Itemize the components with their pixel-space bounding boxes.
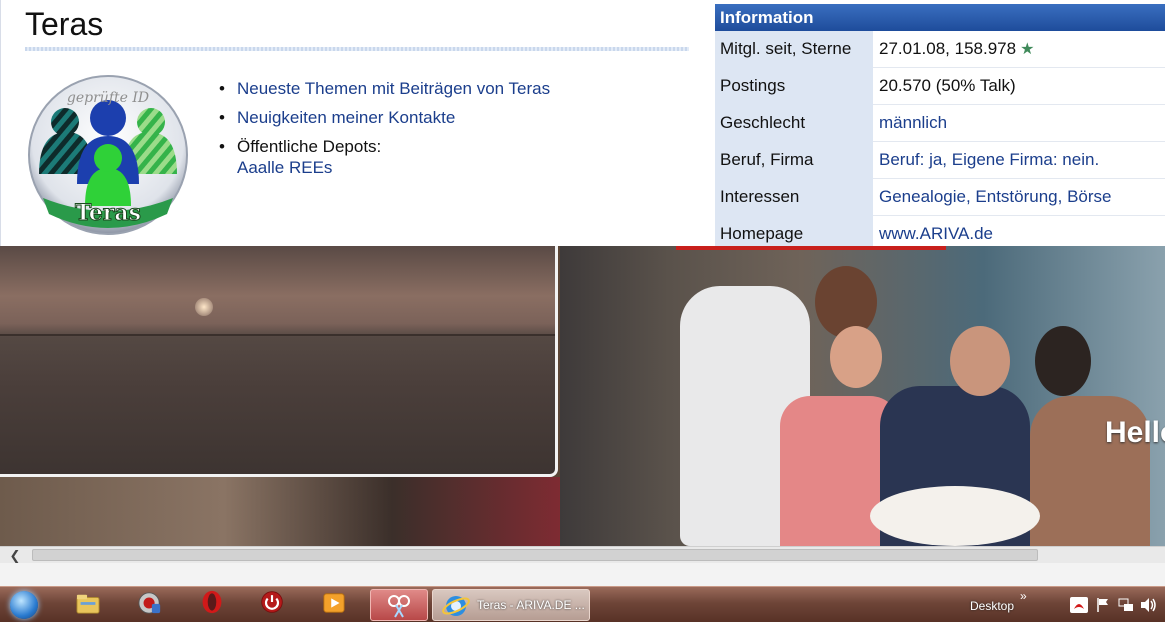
member-since-value: 27.01.08, 158.978	[879, 39, 1017, 58]
profile-links-list: Neueste Themen mit Beiträgen von Teras N…	[219, 78, 550, 186]
info-row-member-since: Mitgl. seit, Sterne 27.01.08, 158.978 ★	[715, 31, 1165, 68]
info-value: 20.570 (50% Talk)	[879, 76, 1016, 95]
photo-person	[830, 326, 882, 388]
red-accent-strip	[676, 246, 946, 250]
list-item: Neueste Themen mit Beiträgen von Teras	[219, 78, 550, 99]
info-row-postings: Postings 20.570 (50% Talk)	[715, 68, 1165, 105]
volume-icon[interactable]	[1140, 597, 1158, 613]
verified-id-badge-icon: geprüfte ID Teras	[28, 75, 188, 235]
media-player-icon[interactable]	[320, 591, 348, 615]
gender-link[interactable]: männlich	[879, 113, 947, 132]
info-row-interests: Interessen Genealogie, Entstörung, Börse	[715, 179, 1165, 216]
sun-icon	[195, 298, 213, 316]
link-depot[interactable]: Aaalle REEs	[237, 158, 332, 177]
power-icon[interactable]	[258, 590, 286, 614]
photo-table	[870, 486, 1040, 546]
info-key: Mitgl. seit, Sterne	[715, 31, 873, 68]
page-title: Teras	[25, 6, 104, 42]
info-row-gender: Geschlecht männlich	[715, 105, 1165, 142]
sunset-photo	[0, 246, 558, 477]
link-latest-topics[interactable]: Neueste Themen mit Beiträgen von Teras	[237, 79, 550, 98]
banner-text: Hello	[1105, 416, 1165, 449]
info-key: Beruf, Firma	[715, 142, 873, 179]
flag-icon[interactable]	[1096, 597, 1110, 613]
taskbar-app-internet-explorer[interactable]: Teras - ARIVA.DE ...	[432, 589, 590, 621]
scrollbar-thumb[interactable]	[32, 549, 1038, 561]
scroll-left-arrow-icon[interactable]: ❮	[6, 548, 24, 563]
horizon-line	[0, 334, 555, 336]
scissors-icon	[388, 595, 410, 618]
security-shield-icon[interactable]	[136, 591, 164, 615]
badge-top-text: geprüfte ID	[67, 90, 149, 106]
taskbar-app-snipping[interactable]	[370, 589, 428, 621]
star-icon: ★	[1020, 41, 1035, 58]
windows-start-icon	[10, 591, 38, 619]
info-row-job: Beruf, Firma Beruf: ja, Eigene Firma: ne…	[715, 142, 1165, 179]
photo-person	[1035, 326, 1091, 396]
page-bottom-area	[0, 563, 1165, 586]
info-value: Genealogie, Entstörung, Börse	[879, 179, 1165, 216]
list-item: Neuigkeiten meiner Kontakte	[219, 107, 550, 128]
ad-banner[interactable]: Hello	[0, 246, 1165, 546]
taskbar-app-label: Teras - ARIVA.DE ...	[477, 598, 585, 612]
information-panel: Information Mitgl. seit, Sterne 27.01.08…	[715, 4, 1165, 253]
badge-bottom-text: Teras	[75, 200, 141, 226]
folder-icon[interactable]	[74, 591, 102, 615]
acrobat-icon[interactable]	[1070, 597, 1088, 613]
info-value: männlich	[879, 105, 1165, 142]
start-button[interactable]	[4, 587, 44, 622]
windows-taskbar: Teras - ARIVA.DE ... Desktop »	[0, 586, 1165, 622]
horizontal-scrollbar[interactable]: ❮	[0, 546, 1165, 563]
chevron-right-icon[interactable]: »	[1020, 589, 1027, 603]
info-key: Geschlecht	[715, 105, 873, 142]
information-header: Information	[715, 4, 1165, 31]
homepage-link[interactable]: www.ARIVA.de	[879, 224, 993, 243]
title-divider	[25, 47, 689, 51]
photo-foreground	[0, 477, 560, 546]
list-item: Öffentliche Depots: Aaalle REEs	[219, 136, 550, 178]
desktop-toolbar-label[interactable]: Desktop	[970, 599, 1014, 613]
opera-browser-icon[interactable]	[198, 590, 226, 614]
info-value: 27.01.08, 158.978 ★	[879, 31, 1165, 68]
info-key: Interessen	[715, 179, 873, 216]
interests-link[interactable]: Genealogie, Entstörung, Börse	[879, 187, 1111, 206]
photo-person	[950, 326, 1010, 396]
internet-explorer-icon	[442, 596, 470, 616]
network-icon[interactable]	[1118, 597, 1134, 613]
info-value: Beruf: ja, Eigene Firma: nein.	[879, 142, 1165, 179]
depots-label: Öffentliche Depots:	[237, 137, 382, 156]
profile-section: Teras geprüfte ID Teras • Neueste Themen…	[0, 0, 1165, 253]
job-link[interactable]: Beruf: ja, Eigene Firma: nein.	[879, 150, 1099, 169]
info-key: Postings	[715, 68, 873, 105]
link-contact-news[interactable]: Neuigkeiten meiner Kontakte	[237, 108, 455, 127]
